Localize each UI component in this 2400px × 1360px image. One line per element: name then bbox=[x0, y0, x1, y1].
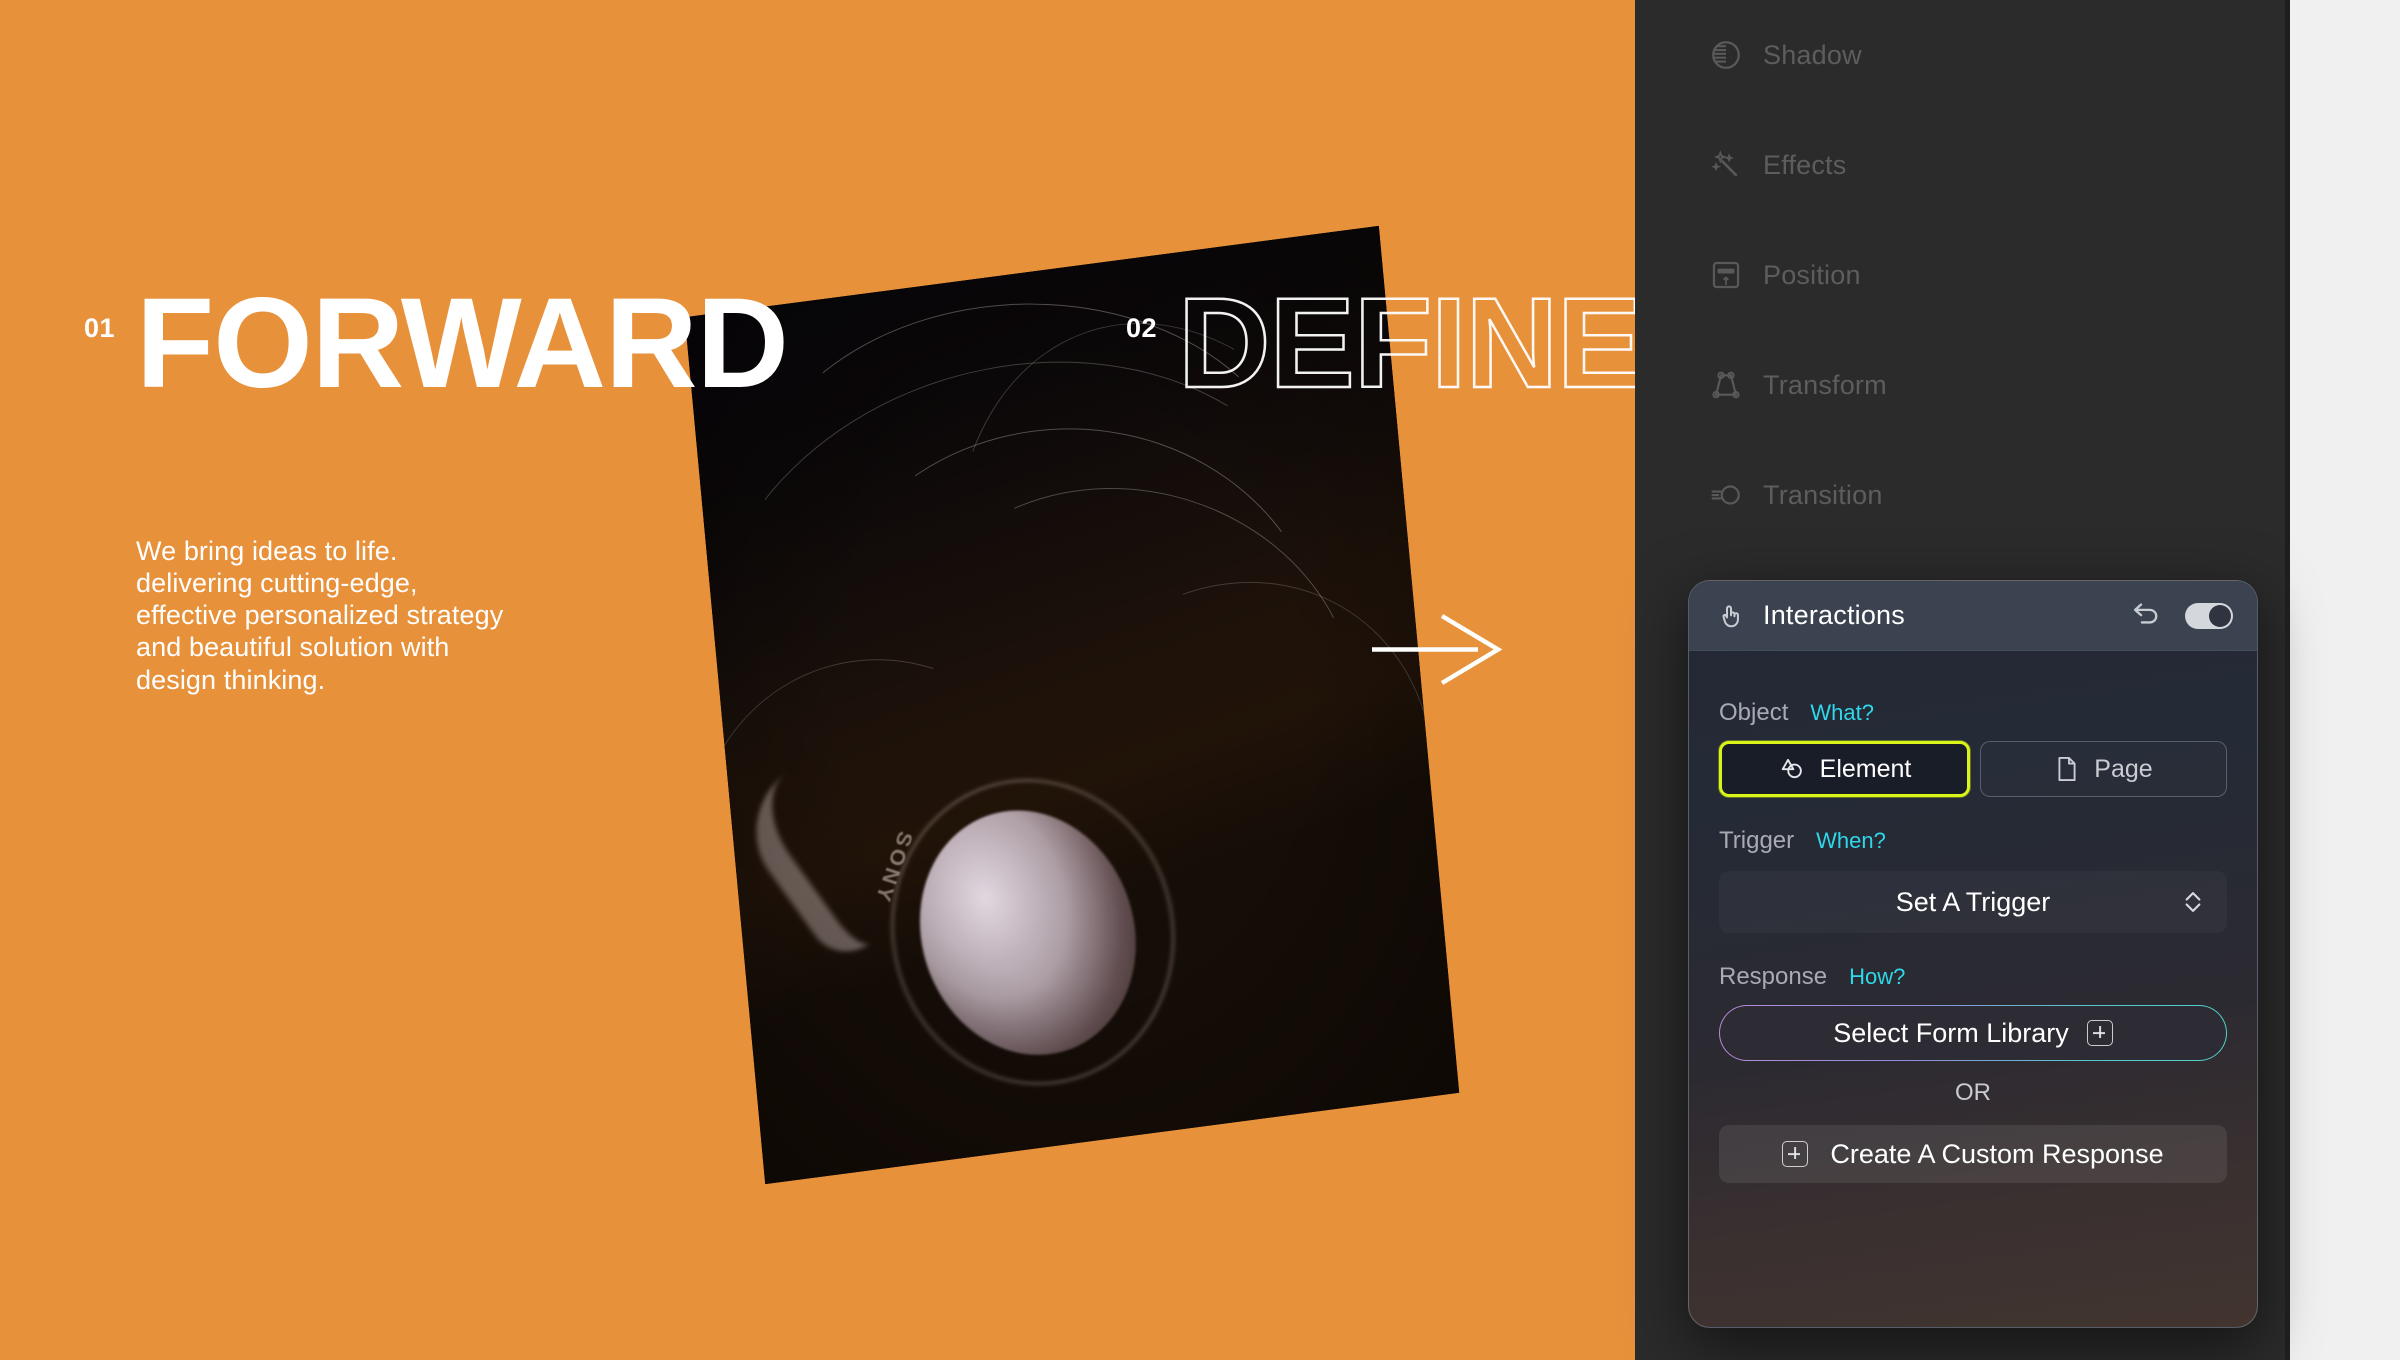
next-arrow-button[interactable] bbox=[1370, 612, 1510, 692]
object-field-label: Object What? bbox=[1719, 699, 2227, 727]
response-label: Response bbox=[1719, 963, 1828, 990]
property-item-transition[interactable]: Transition bbox=[1635, 440, 2290, 550]
interactions-header: Interactions bbox=[1689, 581, 2257, 651]
chevron-up-down-icon bbox=[2185, 892, 2201, 912]
undo-icon[interactable] bbox=[2129, 601, 2163, 631]
property-item-position[interactable]: Position bbox=[1635, 220, 2290, 330]
transition-icon bbox=[1711, 485, 1740, 505]
position-icon bbox=[1712, 261, 1740, 289]
property-label: Shadow bbox=[1763, 39, 1862, 70]
interactions-toggle[interactable] bbox=[2185, 602, 2233, 629]
app-root: SONY 01 FORWARD 02 DEFINE We bring ideas… bbox=[0, 0, 2400, 1360]
response-hint: How? bbox=[1849, 964, 1906, 989]
or-divider: OR bbox=[1955, 1079, 1991, 1106]
tap-hand-icon bbox=[1722, 604, 1739, 627]
object-type-segmented-control: Element Page bbox=[1719, 741, 2227, 797]
trigger-hint: When? bbox=[1816, 828, 1886, 853]
shapes-icon bbox=[1781, 758, 1802, 779]
effects-icon bbox=[1711, 150, 1738, 177]
object-option-element[interactable]: Element bbox=[1719, 741, 1970, 797]
transform-icon bbox=[1712, 371, 1740, 399]
create-custom-response-label: Create A Custom Response bbox=[1830, 1138, 2164, 1169]
interactions-body: Object What? Element Page Trigger When? … bbox=[1689, 651, 2257, 1183]
object-hint: What? bbox=[1810, 700, 1874, 725]
property-item-effects[interactable]: Effects bbox=[1635, 110, 2290, 220]
select-form-library-label: Select Form Library bbox=[1833, 1017, 2069, 1048]
canvas-paragraph[interactable]: We bring ideas to life. delivering cutti… bbox=[136, 535, 503, 696]
property-list: Shadow Effects Position Transform Transi… bbox=[1635, 0, 2290, 550]
plus-box-icon bbox=[2086, 1020, 2113, 1046]
trigger-select[interactable]: Set A Trigger bbox=[1719, 871, 2227, 933]
response-field-label: Response How? bbox=[1719, 963, 2227, 991]
trigger-label: Trigger bbox=[1719, 827, 1795, 854]
trigger-value: Set A Trigger bbox=[1895, 886, 2051, 917]
interactions-card: Interactions Object What? Element Page T… bbox=[1688, 580, 2258, 1328]
slide-title-01[interactable]: FORWARD bbox=[136, 280, 789, 408]
editor-panel: Shadow Effects Position Transform Transi… bbox=[1635, 0, 2290, 1360]
interactions-title: Interactions bbox=[1763, 600, 1905, 630]
property-label: Transform bbox=[1763, 369, 1887, 400]
create-custom-response-button[interactable]: Create A Custom Response bbox=[1719, 1125, 2227, 1183]
select-form-library-button[interactable]: Select Form Library bbox=[1719, 1005, 2227, 1061]
object-option-label: Element bbox=[1819, 754, 1912, 783]
slide-number-01: 01 bbox=[84, 313, 116, 343]
property-item-shadow[interactable]: Shadow bbox=[1635, 0, 2290, 110]
slide-title-02[interactable]: DEFINE bbox=[1177, 278, 1635, 409]
interactions-header-actions bbox=[2129, 601, 2233, 631]
object-option-page[interactable]: Page bbox=[1980, 741, 2227, 797]
shadow-icon bbox=[1712, 41, 1740, 69]
editor-scrollbar[interactable] bbox=[2285, 0, 2290, 1360]
arrow-right-icon bbox=[1372, 614, 1503, 685]
property-label: Transition bbox=[1763, 479, 1883, 510]
trigger-field-label: Trigger When? bbox=[1719, 827, 2227, 855]
property-label: Effects bbox=[1763, 149, 1847, 180]
property-label: Position bbox=[1763, 259, 1861, 290]
slide-number-02: 02 bbox=[1126, 313, 1158, 343]
document-icon bbox=[2058, 756, 2076, 782]
design-canvas[interactable]: SONY 01 FORWARD 02 DEFINE We bring ideas… bbox=[0, 0, 1635, 1360]
property-item-transform[interactable]: Transform bbox=[1635, 330, 2290, 440]
plus-box-icon bbox=[1782, 1141, 1809, 1167]
object-label: Object bbox=[1719, 699, 1789, 726]
object-option-label: Page bbox=[2094, 754, 2153, 783]
